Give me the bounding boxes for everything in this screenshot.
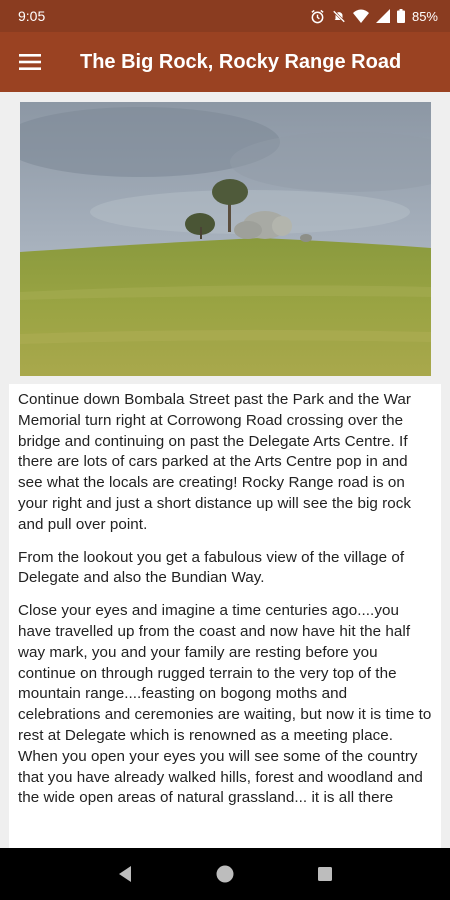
wifi-icon: [352, 9, 369, 23]
home-icon: [216, 865, 234, 883]
paragraph: Close your eyes and imagine a time centu…: [18, 602, 432, 807]
hero-image: [20, 102, 431, 376]
status-time: 9:05: [18, 8, 46, 24]
recents-button[interactable]: [305, 854, 345, 894]
paragraph: From the lookout you get a fabulous view…: [18, 548, 405, 587]
system-nav-bar: [0, 848, 450, 900]
article-body: Continue down Bombala Street past the Pa…: [9, 384, 441, 848]
recents-icon: [318, 867, 332, 881]
battery-icon: [396, 9, 405, 23]
paragraph: Continue down Bombala Street past the Pa…: [18, 391, 412, 533]
app-bar: The Big Rock, Rocky Range Road: [0, 32, 450, 92]
status-bar: 9:05 85%: [0, 0, 450, 32]
back-button[interactable]: [105, 854, 145, 894]
mute-icon: [332, 9, 346, 23]
back-icon: [119, 866, 131, 882]
alarm-icon: [311, 9, 324, 23]
signal-icon: [375, 9, 390, 23]
hamburger-menu-icon: [19, 54, 41, 70]
battery-percentage: 85%: [411, 8, 438, 24]
menu-button[interactable]: [0, 32, 60, 92]
page-title: The Big Rock, Rocky Range Road: [80, 50, 402, 73]
content-scroll[interactable]: Continue down Bombala Street past the Pa…: [0, 92, 450, 848]
status-icons: 85%: [310, 9, 438, 24]
home-button[interactable]: [205, 854, 245, 894]
